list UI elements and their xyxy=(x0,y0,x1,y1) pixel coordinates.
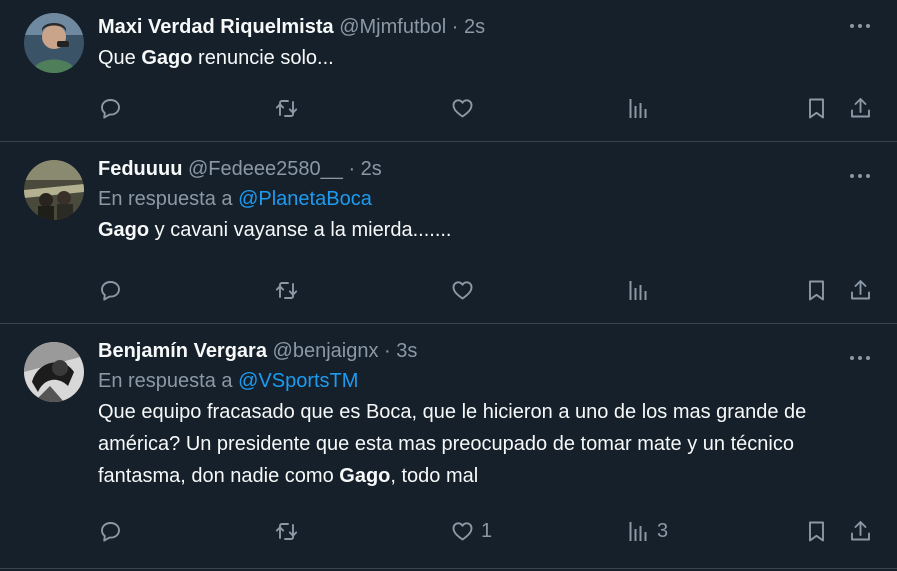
tweet-text-highlight: Gago xyxy=(339,465,391,487)
bookmark-button[interactable] xyxy=(804,276,829,304)
share-icon xyxy=(851,97,870,117)
share-icon xyxy=(851,279,870,299)
tweet-text-highlight: Gago xyxy=(98,219,150,241)
views-icon xyxy=(629,280,647,300)
retweet-button[interactable] xyxy=(274,517,299,545)
bookmark-icon xyxy=(809,280,824,300)
author-name[interactable]: Feduuuu xyxy=(98,158,182,180)
bookmark-button[interactable] xyxy=(804,94,829,122)
reply-prefix: En respuesta a xyxy=(98,370,239,392)
timestamp[interactable]: 2s xyxy=(464,16,485,38)
action-bar xyxy=(98,94,873,122)
action-bar xyxy=(98,276,873,304)
tweet-text: Que Gago renuncie solo... xyxy=(98,42,867,74)
share-button[interactable] xyxy=(848,276,873,304)
tweet-text: Gago y cavani vayanse a la mierda....... xyxy=(98,214,867,246)
retweet-icon xyxy=(275,99,298,117)
tweet-header: Maxi Verdad Riquelmista @Mjmfutbol · 2s xyxy=(98,14,867,40)
reply-icon xyxy=(101,521,120,542)
bookmark-icon xyxy=(809,521,824,541)
bookmark-button[interactable] xyxy=(804,517,829,545)
author-name[interactable]: Maxi Verdad Riquelmista xyxy=(98,16,334,38)
tweet-text-part: Que xyxy=(98,47,142,69)
tweet-text-part: renuncie solo... xyxy=(192,47,334,69)
timestamp[interactable]: 2s xyxy=(361,158,382,180)
like-icon xyxy=(452,98,473,117)
avatar[interactable] xyxy=(24,342,84,402)
tweet[interactable]: Maxi Verdad Riquelmista @Mjmfutbol · 2s … xyxy=(0,0,897,142)
share-button[interactable] xyxy=(848,517,873,545)
author-handle[interactable]: @Mjmfutbol xyxy=(339,16,446,38)
like-icon xyxy=(452,521,473,540)
reply-mention-link[interactable]: @VSportsTM xyxy=(238,370,358,392)
reply-icon xyxy=(101,98,120,119)
tweet[interactable]: Benjamín Vergara @benjaignx · 3s En resp… xyxy=(0,324,897,569)
tweet[interactable]: Feduuuu @Fedeee2580__ · 2s En respuesta … xyxy=(0,142,897,324)
share-icon xyxy=(851,520,870,540)
retweet-icon xyxy=(275,522,298,540)
like-icon xyxy=(452,280,473,299)
more-icon[interactable] xyxy=(847,348,873,368)
views-button[interactable]: 3 xyxy=(626,517,668,545)
author-name[interactable]: Benjamín Vergara xyxy=(98,340,267,362)
avatar[interactable] xyxy=(24,160,84,220)
action-bar: 1 3 xyxy=(98,517,873,545)
reply-context: En respuesta a @VSportsTM xyxy=(98,368,867,394)
more-icon[interactable] xyxy=(847,166,873,186)
reply-icon xyxy=(101,280,120,301)
retweet-button[interactable] xyxy=(274,276,299,304)
separator-dot: · xyxy=(348,158,356,180)
author-handle[interactable]: @benjaignx xyxy=(273,340,379,362)
views-button[interactable] xyxy=(626,94,657,122)
like-count: 1 xyxy=(481,519,493,542)
bookmark-icon xyxy=(809,98,824,118)
tweet-header: Feduuuu @Fedeee2580__ · 2s xyxy=(98,156,867,182)
reply-context: En respuesta a @PlanetaBoca xyxy=(98,186,867,212)
views-icon xyxy=(629,521,647,541)
reply-button[interactable] xyxy=(98,276,123,304)
reply-button[interactable] xyxy=(98,94,123,122)
reply-button[interactable] xyxy=(98,517,123,545)
retweet-button[interactable] xyxy=(274,94,299,122)
tweet-text-part: , todo mal xyxy=(390,465,479,487)
reply-prefix: En respuesta a xyxy=(98,188,239,210)
retweet-icon xyxy=(275,281,298,299)
timestamp[interactable]: 3s xyxy=(396,340,417,362)
separator-dot: · xyxy=(451,16,459,38)
tweet-header: Benjamín Vergara @benjaignx · 3s xyxy=(98,338,867,364)
separator-dot: · xyxy=(384,340,391,362)
like-button[interactable] xyxy=(450,276,481,304)
views-button[interactable] xyxy=(626,276,657,304)
avatar[interactable] xyxy=(24,13,84,73)
more-icon[interactable] xyxy=(847,16,873,36)
views-icon xyxy=(629,98,647,118)
reply-mention-link[interactable]: @PlanetaBoca xyxy=(238,188,372,210)
tweet-text-part: y cavani vayanse a la mierda....... xyxy=(149,219,452,241)
like-button[interactable]: 1 xyxy=(450,517,492,545)
share-button[interactable] xyxy=(848,94,873,122)
tweet-text: Que equipo fracasado que es Boca, que le… xyxy=(98,396,867,492)
tweet-text-highlight: Gago xyxy=(141,47,193,69)
author-handle[interactable]: @Fedeee2580__ xyxy=(188,158,343,180)
like-button[interactable] xyxy=(450,94,481,122)
view-count: 3 xyxy=(657,519,669,542)
